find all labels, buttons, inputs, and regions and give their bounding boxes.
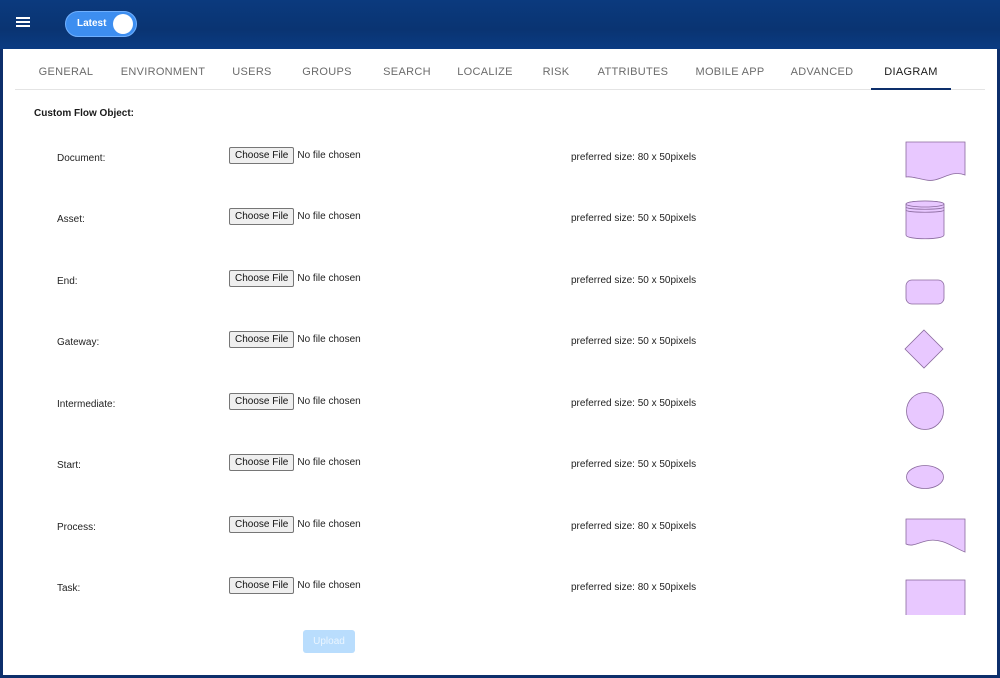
preferred-size-text: preferred size: 50 x 50pixels — [571, 459, 697, 470]
preferred-size-text: preferred size: 50 x 50pixels — [571, 336, 697, 347]
flow-object-row-start: Start: Choose File No file chosen preferr… — [3, 454, 997, 490]
preferred-size-text: preferred size: 80 x 50pixels — [571, 152, 697, 163]
no-file-text: No file chosen — [297, 396, 361, 407]
settings-panel: GENERAL ENVIRONMENT USERS GROUPS SEARCH … — [3, 49, 997, 675]
choose-file-button[interactable]: Choose File — [229, 208, 295, 225]
circle-icon — [906, 392, 944, 430]
version-toggle-label: Latest — [77, 18, 107, 29]
no-file-text: No file chosen — [297, 519, 361, 530]
file-input[interactable]: Choose File No file chosen — [229, 454, 361, 471]
flow-object-name: Task: — [57, 583, 81, 594]
choose-file-button[interactable]: Choose File — [229, 516, 295, 533]
flow-object-name: Gateway: — [57, 337, 100, 348]
preferred-size-text: preferred size: 50 x 50pixels — [571, 275, 697, 286]
flow-object-row-gateway: Gateway: Choose File No file chosen prefe… — [3, 329, 997, 369]
no-file-text: No file chosen — [297, 273, 361, 284]
version-toggle[interactable]: Latest — [65, 11, 137, 37]
flow-object-name: Asset: — [57, 214, 85, 225]
flow-object-row-task: Task: Choose File No file chosen preferre… — [3, 577, 997, 615]
preferred-size-text: preferred size: 50 x 50pixels — [571, 213, 697, 224]
tab-groups[interactable]: GROUPS — [297, 49, 357, 90]
no-file-text: No file chosen — [297, 150, 361, 161]
choose-file-button[interactable]: Choose File — [229, 331, 295, 348]
preferred-size-text: preferred size: 50 x 50pixels — [571, 398, 697, 409]
flow-object-row-end: End: Choose File No file chosen preferred… — [3, 270, 997, 306]
tab-general[interactable]: GENERAL — [35, 49, 97, 90]
hamburger-menu-icon[interactable] — [14, 15, 32, 33]
flow-object-name: Start: — [57, 460, 81, 471]
no-file-text: No file chosen — [297, 334, 361, 345]
choose-file-button[interactable]: Choose File — [229, 454, 295, 471]
tab-localize[interactable]: LOCALIZE — [455, 49, 515, 90]
flow-object-name: Intermediate: — [57, 399, 116, 410]
toggle-knob — [113, 14, 133, 34]
no-file-text: No file chosen — [297, 457, 361, 468]
file-input[interactable]: Choose File No file chosen — [229, 393, 361, 410]
file-input[interactable]: Choose File No file chosen — [229, 516, 361, 533]
preferred-size-text: preferred size: 80 x 50pixels — [571, 582, 697, 593]
file-input[interactable]: Choose File No file chosen — [229, 577, 361, 594]
file-input[interactable]: Choose File No file chosen — [229, 331, 361, 348]
flow-object-row-process: Process: Choose File No file chosen prefe… — [3, 516, 997, 553]
settings-tabs: GENERAL ENVIRONMENT USERS GROUPS SEARCH … — [15, 49, 985, 90]
flow-object-name: Document: — [57, 153, 106, 164]
tab-risk[interactable]: RISK — [536, 49, 576, 90]
choose-file-button[interactable]: Choose File — [229, 577, 295, 594]
diamond-icon — [904, 329, 944, 369]
preferred-size-text: preferred size: 80 x 50pixels — [571, 521, 697, 532]
flow-object-name: End: — [57, 276, 78, 287]
no-file-text: No file chosen — [297, 211, 361, 222]
tab-users[interactable]: USERS — [229, 49, 275, 90]
flow-object-row-asset: Asset: Choose File No file chosen preferr… — [3, 200, 997, 244]
tab-attributes[interactable]: ATTRIBUTES — [595, 49, 671, 90]
ellipse-icon — [906, 465, 944, 489]
tab-advanced[interactable]: ADVANCED — [789, 49, 855, 90]
wave-rectangle-icon — [905, 518, 966, 553]
tab-mobile-app[interactable]: MOBILE APP — [692, 49, 768, 90]
no-file-text: No file chosen — [297, 580, 361, 591]
rounded-rectangle-icon — [905, 279, 945, 305]
app-header: Latest — [0, 0, 1000, 49]
flow-object-row-intermediate: Intermediate: Choose File No file chosen … — [3, 392, 997, 430]
tab-diagram[interactable]: DIAGRAM — [871, 49, 951, 90]
file-input[interactable]: Choose File No file chosen — [229, 147, 361, 164]
flow-object-row-document: Document: Choose File No file chosen pref… — [3, 141, 997, 183]
tab-environment[interactable]: ENVIRONMENT — [118, 49, 208, 90]
file-input[interactable]: Choose File No file chosen — [229, 270, 361, 287]
database-cylinder-icon — [905, 200, 945, 240]
rectangle-icon — [905, 579, 966, 615]
section-title: Custom Flow Object: — [34, 108, 134, 119]
choose-file-button[interactable]: Choose File — [229, 393, 295, 410]
file-input[interactable]: Choose File No file chosen — [229, 208, 361, 225]
upload-button[interactable]: Upload — [303, 630, 355, 653]
choose-file-button[interactable]: Choose File — [229, 147, 295, 164]
choose-file-button[interactable]: Choose File — [229, 270, 295, 287]
tab-search[interactable]: SEARCH — [379, 49, 435, 90]
flow-object-name: Process: — [57, 522, 96, 533]
document-shape-icon — [905, 141, 966, 181]
